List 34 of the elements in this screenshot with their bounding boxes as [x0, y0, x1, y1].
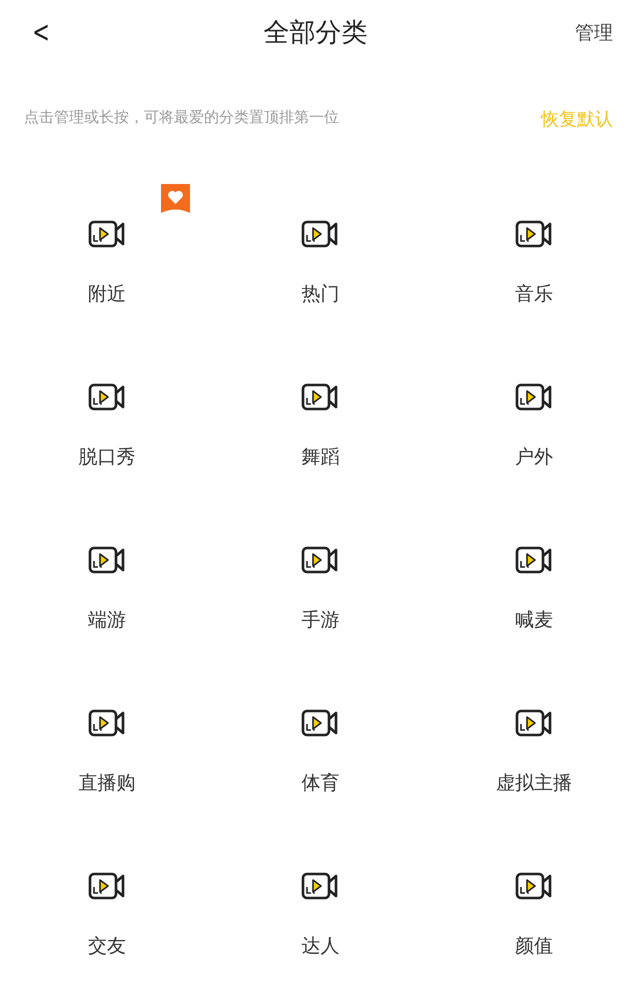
video-camera-icon — [515, 708, 554, 738]
video-camera-icon — [88, 871, 126, 901]
category-item[interactable]: 虚拟主播 — [496, 770, 572, 796]
video-camera-icon — [301, 382, 340, 412]
category-item[interactable]: 舞蹈 — [301, 444, 340, 470]
category-item[interactable]: 达人 — [301, 933, 340, 959]
manage-button[interactable]: 管理 — [575, 18, 613, 48]
category-item[interactable]: 音乐 — [515, 281, 554, 307]
video-camera-icon — [515, 871, 554, 901]
video-camera-icon — [88, 219, 126, 249]
video-camera-icon — [88, 708, 126, 738]
video-camera-icon — [301, 545, 340, 575]
category-item[interactable]: 附近 — [88, 281, 126, 307]
category-item[interactable]: 颜值 — [515, 933, 554, 959]
video-camera-icon — [301, 708, 340, 738]
category-item[interactable]: 热门 — [301, 281, 340, 307]
video-camera-icon — [515, 382, 554, 412]
category-item[interactable]: 端游 — [88, 607, 126, 633]
video-camera-icon — [515, 219, 554, 249]
category-item[interactable]: 直播购 — [78, 770, 136, 796]
category-item[interactable]: 体育 — [301, 770, 340, 796]
video-camera-icon — [301, 219, 340, 249]
hint-text: 点击管理或长按，可将最爱的分类置顶排第一位 — [24, 107, 339, 128]
category-item[interactable]: 手游 — [301, 607, 340, 633]
video-camera-icon — [88, 545, 126, 575]
category-item[interactable]: 户外 — [515, 444, 554, 470]
back-button[interactable]: < — [30, 18, 52, 48]
category-item[interactable]: 喊麦 — [515, 607, 554, 633]
page-title: 全部分类 — [264, 16, 368, 50]
video-camera-icon — [301, 871, 340, 901]
video-camera-icon — [88, 382, 126, 412]
category-item[interactable]: 脱口秀 — [78, 444, 136, 470]
video-camera-icon — [515, 545, 554, 575]
category-item[interactable]: 交友 — [88, 933, 126, 959]
